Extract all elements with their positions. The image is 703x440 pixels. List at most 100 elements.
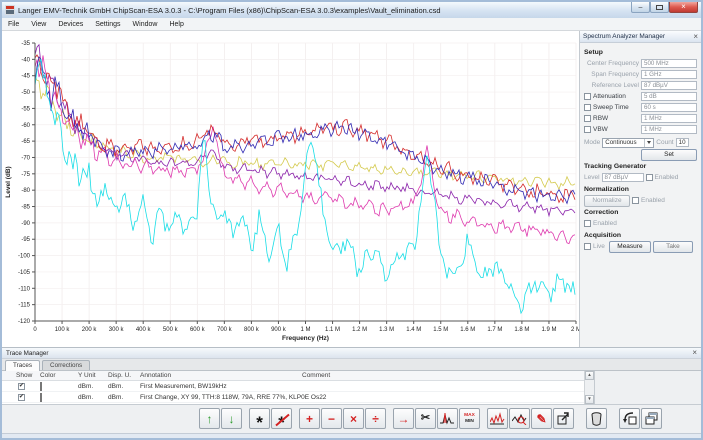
tracking-enabled-checkbox[interactable]: [646, 174, 653, 181]
svg-text:1.4 M: 1.4 M: [406, 327, 421, 333]
rbw-field[interactable]: 1 MHz: [641, 114, 697, 123]
minimize-button[interactable]: –: [631, 2, 650, 13]
trace-multiply-button[interactable]: ×: [343, 408, 364, 429]
trace1-y-unit: dBm.: [78, 383, 108, 390]
correction-heading: Correction: [584, 209, 697, 216]
menu-file[interactable]: File: [2, 21, 25, 28]
live-checkbox[interactable]: [584, 243, 591, 250]
move-trace-down-button[interactable]: ↓: [221, 408, 242, 429]
trace-table-scrollbar[interactable]: ▲ ▼: [584, 371, 594, 404]
span-frequency-label: Span Frequency: [584, 71, 639, 78]
col-dispu: Disp. U.: [108, 372, 140, 379]
delete-trace-button[interactable]: [586, 408, 607, 429]
menu-settings[interactable]: Settings: [89, 21, 126, 28]
peak-search-button[interactable]: [437, 408, 458, 429]
close-button[interactable]: ×: [669, 2, 698, 13]
tracking-level-field[interactable]: 87 dBµV: [602, 173, 644, 182]
take-button[interactable]: Take: [653, 241, 693, 253]
trace2-color-swatch[interactable]: [40, 393, 42, 402]
move-trace-up-button[interactable]: ↑: [199, 408, 220, 429]
measure-button[interactable]: Measure: [609, 241, 651, 253]
svg-text:1.1 M: 1.1 M: [325, 327, 340, 333]
normalization-enabled-checkbox[interactable]: [632, 197, 639, 204]
correction-row: Enabled: [584, 218, 697, 229]
edit-annotation-button[interactable]: ✎: [531, 408, 552, 429]
attenuation-row: Attenuation 5 dB: [584, 91, 697, 102]
reference-level-field[interactable]: 87 dBµV: [641, 81, 697, 90]
svg-text:1.5 M: 1.5 M: [433, 327, 448, 333]
trace-subtract-button[interactable]: −: [321, 408, 342, 429]
trace-add-button[interactable]: +: [299, 408, 320, 429]
normalize-button[interactable]: Normalize: [584, 195, 630, 207]
tracking-level-label: Level: [584, 174, 600, 181]
spectrum-panel-close-icon[interactable]: ×: [693, 33, 698, 41]
menu-devices[interactable]: Devices: [52, 21, 89, 28]
scroll-down-icon[interactable]: ▼: [585, 395, 594, 404]
import-trace-button[interactable]: [619, 408, 640, 429]
cut-trace-button[interactable]: ✂: [415, 408, 436, 429]
trace1-color-swatch[interactable]: [40, 382, 42, 391]
menu-window[interactable]: Window: [127, 21, 164, 28]
table-row[interactable]: ✔ dBm. dBm. First Change, XY 99, TTH:8 1…: [2, 392, 594, 403]
acquisition-row: Live Measure Take: [584, 241, 697, 252]
center-frequency-row: Center Frequency 500 MHz: [584, 58, 697, 69]
setup-heading: Setup: [584, 49, 697, 56]
correction-enabled-checkbox[interactable]: [584, 220, 591, 227]
unhighlight-trace-button[interactable]: *: [271, 408, 292, 429]
acquisition-heading: Acquisition: [584, 232, 697, 239]
vbw-checkbox[interactable]: [584, 126, 591, 133]
show-spectrum-button[interactable]: [487, 408, 508, 429]
col-yunit: Y Unit: [78, 372, 108, 379]
title-bar[interactable]: Langer EMV-Technik GmbH ChipScan-ESA 3.0…: [2, 2, 701, 18]
tab-corrections[interactable]: Corrections: [42, 360, 90, 370]
minus-icon: −: [328, 413, 335, 425]
set-button[interactable]: Set: [641, 149, 697, 161]
export-chart-button[interactable]: [553, 408, 574, 429]
maximize-button[interactable]: [650, 2, 669, 13]
highlight-trace-button[interactable]: *: [249, 408, 270, 429]
attenuation-field[interactable]: 5 dB: [641, 92, 697, 101]
trace-manager-close-icon[interactable]: ×: [692, 349, 697, 357]
svg-text:100 k: 100 k: [55, 327, 71, 333]
max-min-hold-button[interactable]: MAX MIN: [459, 408, 480, 429]
center-frequency-field[interactable]: 500 MHz: [641, 59, 697, 68]
trace2-show-checkbox[interactable]: ✔: [18, 394, 25, 401]
menu-view[interactable]: View: [25, 21, 52, 28]
scroll-up-icon[interactable]: ▲: [585, 371, 594, 380]
trace1-annotation: First Measurement, BW19kHz: [140, 383, 302, 390]
table-row[interactable]: ✔ dBm. dBm. First Measurement, BW19kHz: [2, 381, 594, 392]
divide-icon: ÷: [372, 413, 379, 425]
count-label: Count: [656, 139, 673, 146]
apply-trace-button[interactable]: →: [393, 408, 414, 429]
mode-dropdown[interactable]: Continuous: [602, 138, 654, 148]
mode-row: Mode Continuous Count 10: [584, 137, 697, 148]
chart-area: 0100 k200 k300 k400 k500 k600 k700 k800 …: [2, 31, 579, 347]
tab-traces[interactable]: Traces: [5, 360, 40, 371]
reference-level-row: Reference Level 87 dBµV: [584, 80, 697, 91]
sweep-time-field[interactable]: 60 s: [641, 103, 697, 112]
sweep-time-checkbox[interactable]: [584, 104, 591, 111]
count-field[interactable]: 10: [676, 138, 689, 147]
spectrum-panel-body: Setup Center Frequency 500 MHz Span Freq…: [580, 43, 701, 252]
spectrum-chart[interactable]: 0100 k200 k300 k400 k500 k600 k700 k800 …: [2, 31, 579, 347]
svg-text:-35: -35: [21, 41, 30, 47]
attenuation-checkbox[interactable]: [584, 93, 591, 100]
vbw-field[interactable]: 1 MHz: [641, 125, 697, 134]
svg-text:-75: -75: [21, 172, 30, 178]
normalization-row: Normalize Enabled: [584, 195, 697, 206]
trace1-show-checkbox[interactable]: ✔: [18, 383, 25, 390]
rbw-checkbox[interactable]: [584, 115, 591, 122]
svg-text:-50: -50: [21, 90, 30, 96]
analyze-spectrum-button[interactable]: [509, 408, 530, 429]
normalization-enabled-label: Enabled: [641, 197, 665, 204]
spectrum-panel-titlebar[interactable]: Spectrum Analyzer Manager ×: [580, 31, 701, 43]
sweep-time-label: Sweep Time: [593, 104, 639, 111]
trace-divide-button[interactable]: ÷: [365, 408, 386, 429]
close-icon: ×: [681, 3, 686, 11]
trace-manager-titlebar[interactable]: Trace Manager ×: [2, 348, 701, 359]
duplicate-trace-button[interactable]: [641, 408, 662, 429]
span-frequency-field[interactable]: 1 GHz: [641, 70, 697, 79]
app-icon: [5, 5, 15, 15]
svg-text:-40: -40: [21, 57, 30, 63]
menu-help[interactable]: Help: [163, 21, 189, 28]
